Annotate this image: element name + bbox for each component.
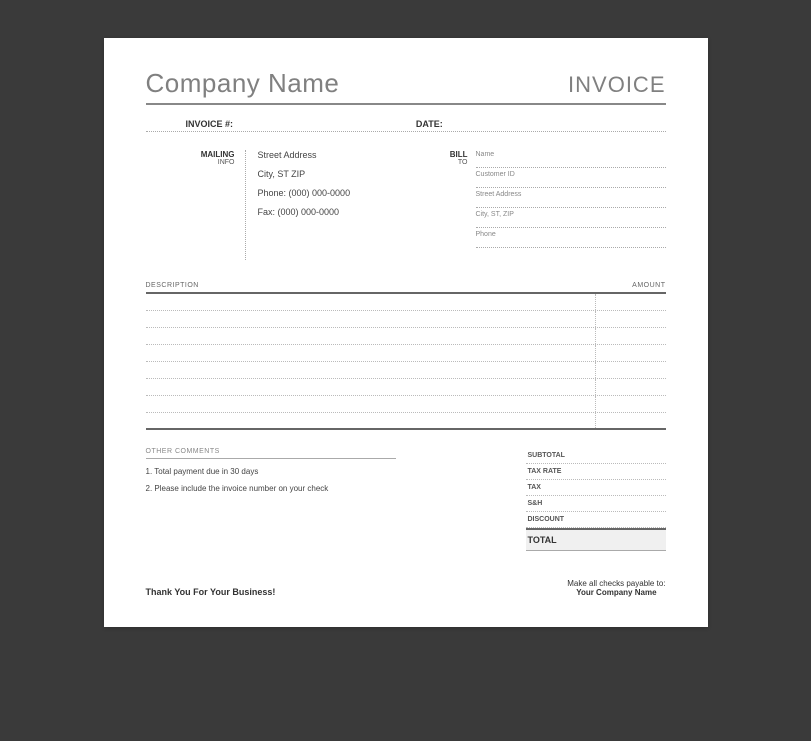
mailing-body: Street Address City, ST ZIP Phone: (000)… xyxy=(246,150,436,260)
line-items-table: DESCRIPTION AMOUNT xyxy=(146,282,666,430)
billto-sublabel: TO xyxy=(436,159,468,166)
date-label: DATE: xyxy=(416,119,666,129)
table-row xyxy=(146,328,666,345)
totals: SUBTOTAL TAX RATE TAX S&H DISCOUNT TOTAL xyxy=(526,448,666,551)
table-row xyxy=(146,311,666,328)
mailing-label-col: MAILING INFO xyxy=(146,150,246,260)
table-header: DESCRIPTION AMOUNT xyxy=(146,282,666,294)
billto-address-field: Street Address xyxy=(476,190,666,208)
table-row xyxy=(146,294,666,311)
tax-row: TAX xyxy=(526,480,666,496)
invoice-number-label: INVOICE #: xyxy=(146,119,416,129)
col-description: DESCRIPTION xyxy=(146,282,596,289)
billto-phone-field: Phone xyxy=(476,230,666,248)
discount-row: DISCOUNT xyxy=(526,512,666,528)
comments-label: OTHER COMMENTS xyxy=(146,448,396,459)
taxrate-row: TAX RATE xyxy=(526,464,666,480)
mailing-city: City, ST ZIP xyxy=(258,169,436,179)
comments: OTHER COMMENTS 1. Total payment due in 3… xyxy=(146,448,526,551)
sh-row: S&H xyxy=(526,496,666,512)
billto-customerid-field: Customer ID xyxy=(476,170,666,188)
total-row: TOTAL xyxy=(526,528,666,551)
comment-line-1: 1. Total payment due in 30 days xyxy=(146,467,506,476)
invoice-page: Company Name INVOICE INVOICE #: DATE: MA… xyxy=(104,38,708,627)
mailing-sublabel: INFO xyxy=(146,159,235,166)
comment-line-2: 2. Please include the invoice number on … xyxy=(146,484,506,493)
col-amount: AMOUNT xyxy=(596,282,666,289)
meta-row: INVOICE #: DATE: xyxy=(146,119,666,132)
thank-you: Thank You For Your Business! xyxy=(146,587,276,597)
billto-body: Name Customer ID Street Address City, ST… xyxy=(476,150,666,260)
payable-name: Your Company Name xyxy=(567,588,665,597)
payable-line: Make all checks payable to: xyxy=(567,579,665,588)
payable-block: Make all checks payable to: Your Company… xyxy=(567,579,665,597)
billto-label: BILL xyxy=(436,150,468,159)
billto-name-field: Name xyxy=(476,150,666,168)
lower-section: OTHER COMMENTS 1. Total payment due in 3… xyxy=(146,448,666,551)
footer: Thank You For Your Business! Make all ch… xyxy=(146,579,666,597)
table-row xyxy=(146,345,666,362)
billto-label-col: BILL TO xyxy=(436,150,476,260)
mailing-address: Street Address xyxy=(258,150,436,160)
table-row xyxy=(146,396,666,413)
mailing-label: MAILING xyxy=(146,150,235,159)
info-block: MAILING INFO Street Address City, ST ZIP… xyxy=(146,150,666,260)
mailing-phone: Phone: (000) 000-0000 xyxy=(258,188,436,198)
subtotal-row: SUBTOTAL xyxy=(526,448,666,464)
table-row xyxy=(146,379,666,396)
mailing-fax: Fax: (000) 000-0000 xyxy=(258,207,436,217)
billto-city-field: City, ST, ZIP xyxy=(476,210,666,228)
invoice-title: INVOICE xyxy=(568,72,665,98)
table-row xyxy=(146,362,666,379)
company-name: Company Name xyxy=(146,68,340,99)
table-row xyxy=(146,413,666,430)
header: Company Name INVOICE xyxy=(146,68,666,105)
